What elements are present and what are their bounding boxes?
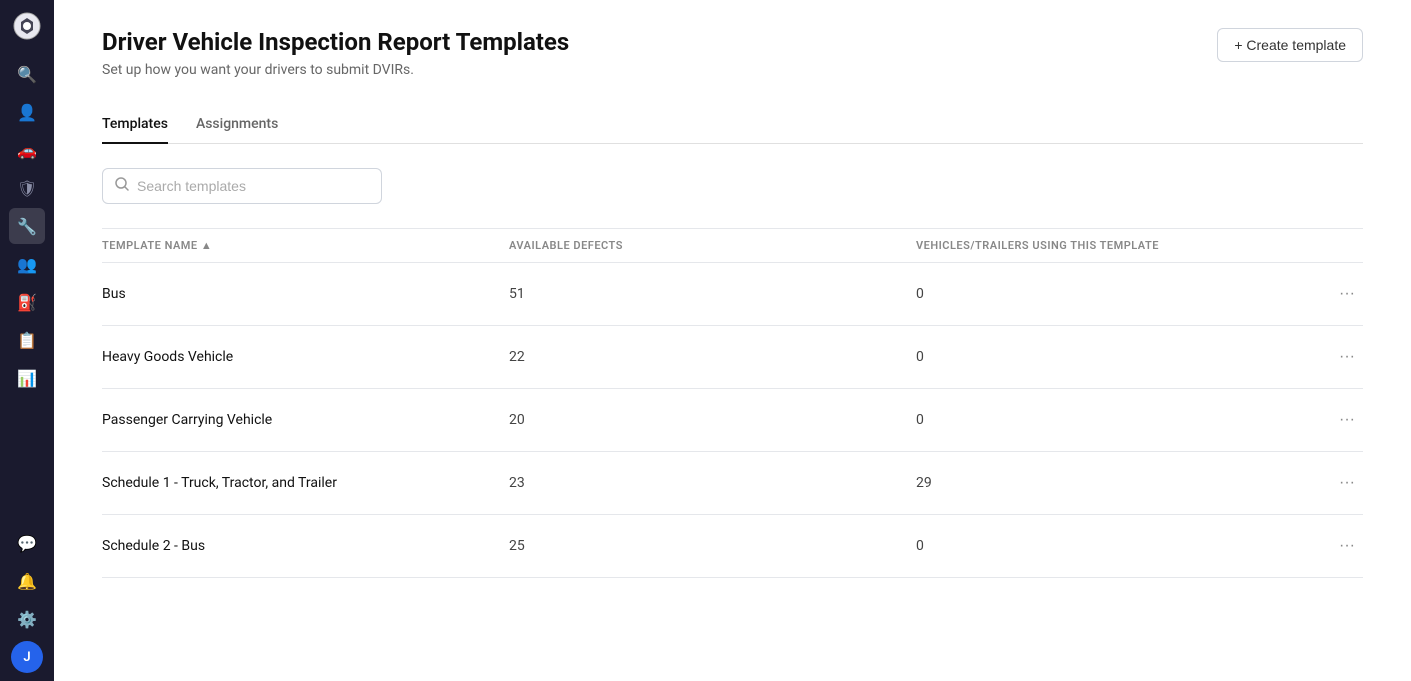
column-header-vehicles-trailers: VEHICLES/TRAILERS USING THIS TEMPLATE [916,239,1323,252]
table-header: TEMPLATE NAME ▲AVAILABLE DEFECTSVEHICLES… [102,229,1363,263]
column-header-template-name[interactable]: TEMPLATE NAME ▲ [102,239,509,252]
row-more-button[interactable]: ··· [1331,344,1363,370]
sidebar-icon-people[interactable]: 👥 [9,246,45,282]
defects-count-cell: 51 [509,286,916,302]
user-avatar[interactable]: J [11,641,43,673]
row-more-button[interactable]: ··· [1331,281,1363,307]
sidebar-icon-vehicle[interactable]: 🚗 [9,132,45,168]
row-more-button[interactable]: ··· [1331,407,1363,433]
app-logo[interactable] [9,8,45,44]
column-header-available-defects: AVAILABLE DEFECTS [509,239,916,252]
search-input[interactable] [137,178,369,194]
vehicles-count-cell: 0 [916,286,1323,302]
page-title: Driver Vehicle Inspection Report Templat… [102,28,569,56]
template-name-cell[interactable]: Schedule 1 - Truck, Tractor, and Trailer [102,475,509,491]
main-content: Driver Vehicle Inspection Report Templat… [54,0,1411,681]
row-more-button[interactable]: ··· [1331,470,1363,496]
vehicles-count-cell: 29 [916,475,1323,491]
row-actions-cell: ··· [1323,407,1363,433]
defects-count-cell: 22 [509,349,916,365]
table-row: Heavy Goods Vehicle220 ··· [102,326,1363,389]
sidebar-icon-shield[interactable]: 🛡 [9,170,45,206]
tabs-container: Templates Assignments [102,106,1363,144]
sidebar-icon-wrench[interactable]: 🔧 [9,208,45,244]
page-header: Driver Vehicle Inspection Report Templat… [102,28,1363,78]
table-row: Bus510 ··· [102,263,1363,326]
vehicles-count-cell: 0 [916,349,1323,365]
defects-count-cell: 20 [509,412,916,428]
row-actions-cell: ··· [1323,470,1363,496]
templates-table: TEMPLATE NAME ▲AVAILABLE DEFECTSVEHICLES… [102,228,1363,578]
tab-assignments[interactable]: Assignments [196,106,278,144]
row-more-button[interactable]: ··· [1331,533,1363,559]
template-name-cell[interactable]: Bus [102,286,509,302]
sidebar-icon-gear[interactable]: ⚙️ [9,601,45,637]
sidebar-icon-person[interactable]: 👤 [9,94,45,130]
sidebar-bottom: 💬🔔⚙️ J [9,525,45,673]
vehicles-count-cell: 0 [916,412,1323,428]
table-row: Passenger Carrying Vehicle200 ··· [102,389,1363,452]
template-name-cell[interactable]: Schedule 2 - Bus [102,538,509,554]
sidebar-icon-bell[interactable]: 🔔 [9,563,45,599]
table-row: Schedule 1 - Truck, Tractor, and Trailer… [102,452,1363,515]
row-actions-cell: ··· [1323,344,1363,370]
search-bar [102,168,382,204]
sidebar-icon-search[interactable]: 🔍 [9,56,45,92]
create-template-button[interactable]: + Create template [1217,28,1363,62]
template-name-cell[interactable]: Passenger Carrying Vehicle [102,412,509,428]
page-subtitle: Set up how you want your drivers to subm… [102,62,569,78]
table-row: Schedule 2 - Bus250 ··· [102,515,1363,578]
sidebar-icon-chat[interactable]: 💬 [9,525,45,561]
row-actions-cell: ··· [1323,533,1363,559]
search-icon [115,177,129,195]
header-text: Driver Vehicle Inspection Report Templat… [102,28,569,78]
tab-templates[interactable]: Templates [102,106,168,144]
sidebar-icon-chart[interactable]: 📊 [9,360,45,396]
defects-count-cell: 23 [509,475,916,491]
sidebar-icon-document[interactable]: 📋 [9,322,45,358]
column-header-actions [1323,239,1363,252]
template-name-cell[interactable]: Heavy Goods Vehicle [102,349,509,365]
vehicles-count-cell: 0 [916,538,1323,554]
defects-count-cell: 25 [509,538,916,554]
sidebar-icon-fuel[interactable]: ⛽ [9,284,45,320]
row-actions-cell: ··· [1323,281,1363,307]
sidebar: 🔍👤🚗🛡🔧👥⛽📋📊 💬🔔⚙️ J [0,0,54,681]
